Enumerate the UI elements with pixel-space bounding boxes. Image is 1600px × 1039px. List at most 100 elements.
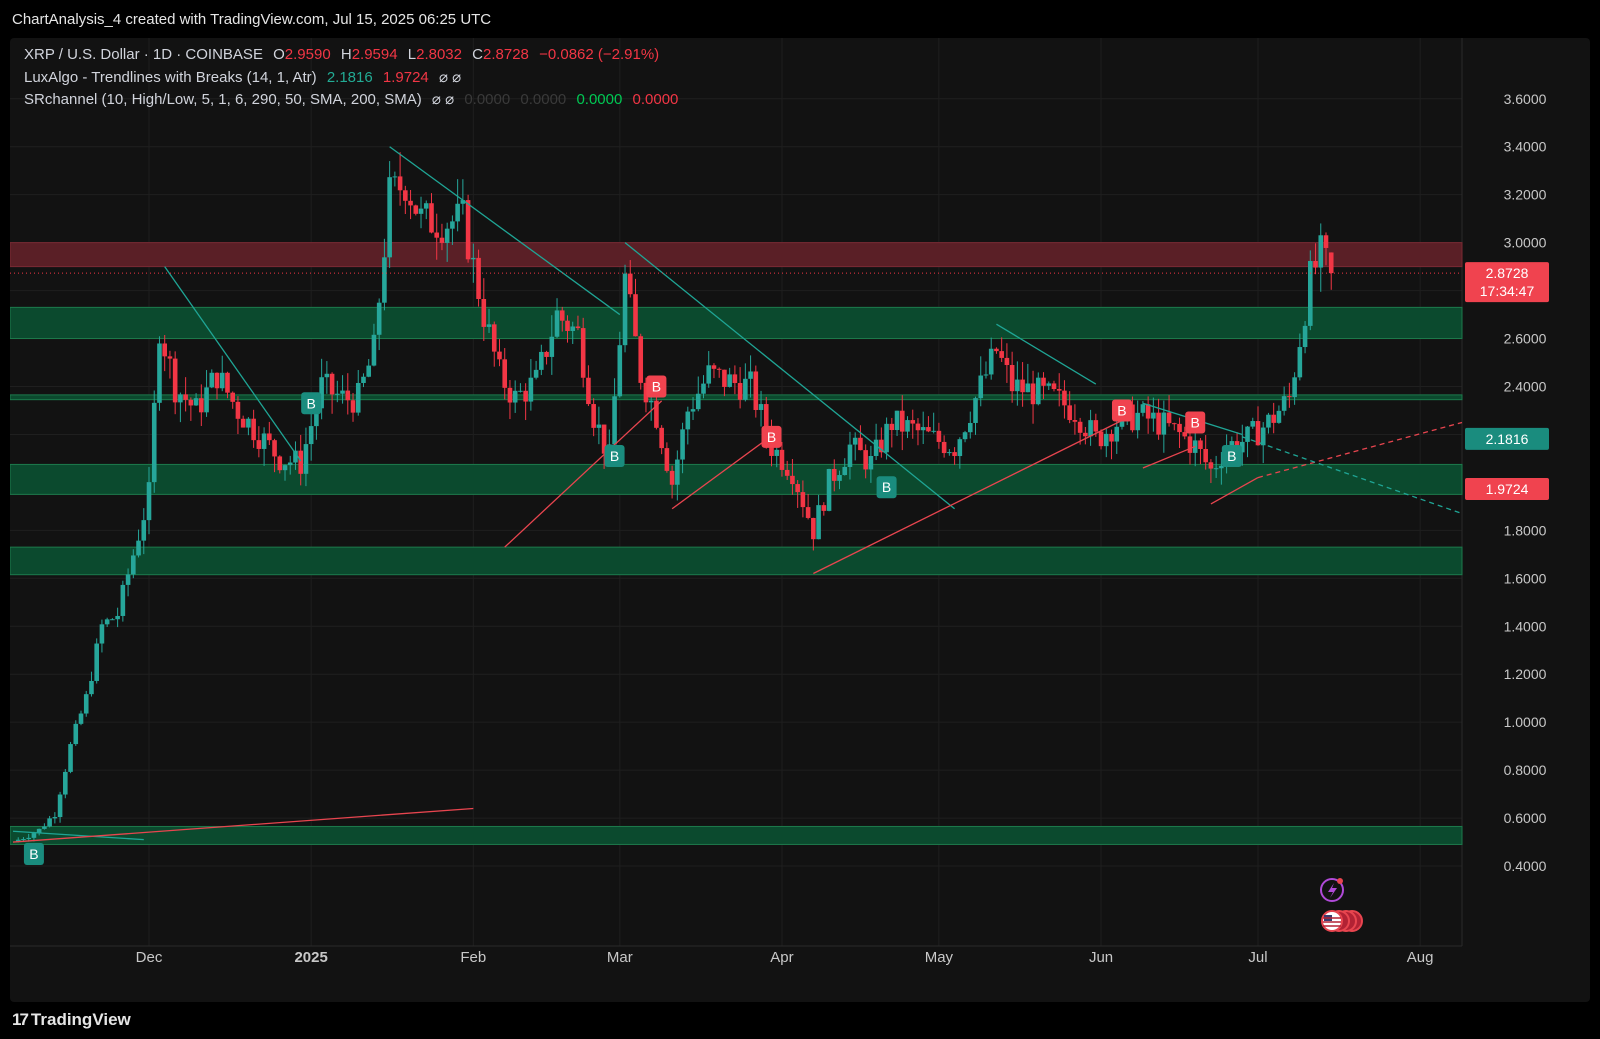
candle-body [638,336,644,383]
candle-body [47,818,52,827]
candle-body [491,324,497,352]
candle-body [894,410,900,431]
candle-body [716,368,722,370]
break-label: B [1111,399,1132,422]
candle-body [1328,252,1334,274]
candle-body [183,394,188,400]
candle-body [596,424,602,428]
candle-body [732,374,738,383]
candle-body [256,440,262,449]
close-value: 2.8728 [483,46,529,63]
candle-body [1046,383,1052,386]
candle-body [664,448,670,471]
candle-body [89,680,94,695]
candle-body [899,410,905,432]
candle-body [329,373,335,395]
indicator-name: LuxAlgo - Trendlines with Breaks (14, 1,… [24,69,317,86]
lightning-icon-bolt [1328,883,1337,898]
candle-body [523,390,528,402]
break-label: B [761,425,782,448]
candle-body [1145,404,1151,419]
candle-body [235,401,241,419]
top-bar: ChartAnalysis_4 created with TradingView… [0,0,1600,38]
na-icon: ⌀ ⌀ [438,69,462,86]
candle-body [355,383,361,413]
chart-panel[interactable]: B B B B B B B B B 0.4000 0.6000 0.8000 1.0000 1.2000 1… [10,38,1590,1002]
candle-body [612,396,617,445]
candle-body [680,429,685,460]
open-value: 2.9590 [284,46,331,63]
candle-body [1009,365,1015,392]
break-label-text: B [29,846,38,862]
candle-body [471,257,476,260]
candle-body [790,475,795,485]
candle-body [115,615,120,620]
support-zone [10,463,1463,495]
candle-body [774,449,780,456]
candle-body [549,336,555,357]
candle-body [826,469,832,511]
candle-body [251,418,256,441]
candle-body [926,427,931,432]
candle-body [340,390,345,394]
candle-body [1083,432,1088,437]
candle-body [272,440,277,457]
candle-body [633,294,638,337]
candle-body [690,409,696,412]
candle-body [502,359,508,388]
candle-body [947,452,952,454]
tradingview-logo[interactable]: 17 TradingView [12,1010,131,1030]
y-tick-label: 0.4000 [1504,858,1547,874]
candle-body [131,555,136,575]
indicator-legend-luxalgo[interactable]: LuxAlgo - Trendlines with Breaks (14, 1,… [24,68,467,86]
candle-body [486,324,492,327]
last-price-tag-text: 17:34:47 [1480,283,1535,299]
brand-name: TradingView [30,1010,131,1029]
y-tick-label: 0.8000 [1504,762,1547,778]
indicator-name: SRchannel (10, High/Low, 5, 1, 6, 290, 5… [24,91,422,108]
candle-body [1025,383,1031,393]
upper-trend-tag: 2.1816 [1465,427,1549,450]
candle-body [193,398,199,406]
candle-body [1198,440,1203,449]
candle-body [162,343,168,357]
candle-body [57,794,63,818]
candle-body [1051,383,1057,390]
candle-body [554,310,560,337]
candle-body [246,418,251,428]
candle-body [528,377,534,402]
candle-body [570,326,576,331]
trendline [164,266,302,462]
candle-body [287,462,293,466]
break-label-text: B [767,429,776,445]
candle-body [784,469,790,476]
x-tick-label: Feb [460,949,486,966]
candle-body [1156,412,1161,435]
candle-body [94,643,99,681]
y-tick-label: 2.6000 [1504,331,1547,347]
candle-body [659,427,664,449]
candle-body [999,351,1004,358]
candle-body [915,423,921,431]
support-zone [10,306,1463,340]
candle-body [533,369,539,378]
candle-body [753,371,759,410]
candle-body [1062,390,1067,406]
candle-body [481,299,487,327]
candle-body [821,505,827,511]
candle-body [1135,412,1140,431]
indicator-legend-srchannel[interactable]: SRchannel (10, High/Low, 5, 1, 6, 290, 5… [24,90,684,108]
candle-body [1140,404,1146,413]
symbol-legend: XRP / U.S. Dollar · 1D · COINBASE O2.959… [24,46,665,63]
candle-body [366,365,372,377]
candle-body [361,376,366,384]
candle-body [413,205,419,214]
candle-body [1030,383,1036,405]
price-chart[interactable]: B B B B B B B B B 0.4000 0.6000 0.8000 1.0000 1.2000 1… [10,38,1590,1002]
candle-body [931,430,936,432]
candle-body [1077,421,1083,433]
candle-body [737,382,743,400]
candle-body [831,469,837,481]
candle-body [26,837,31,840]
x-tick-label: Mar [607,949,633,966]
